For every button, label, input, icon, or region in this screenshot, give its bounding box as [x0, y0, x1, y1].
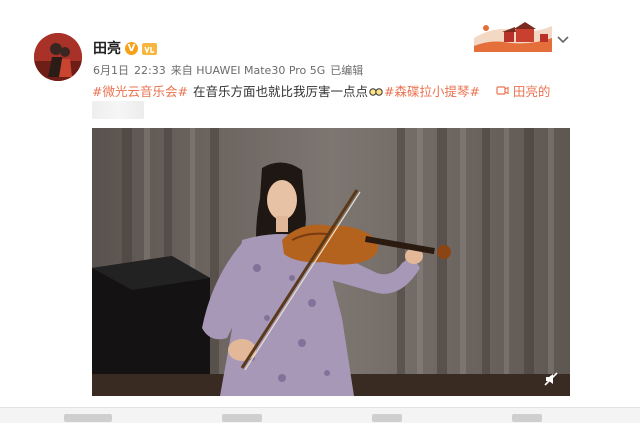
hashtag-link[interactable]: #森碟拉小提琴# [384, 81, 480, 100]
chevron-down-icon[interactable] [556, 30, 570, 44]
member-level-icon [142, 42, 157, 55]
post-date[interactable]: 6月1日 [93, 64, 129, 77]
video-link-label: 田亮的 [512, 84, 551, 99]
video-link[interactable]: 田亮的 [496, 81, 551, 100]
avatar[interactable] [34, 33, 82, 81]
post-body: #微光云音乐会# 在音乐方面也就比我厉害一点点 #森碟拉小提琴# 田亮的 [92, 81, 550, 100]
blurred-text [92, 101, 144, 119]
hashtag-link[interactable]: #微光云音乐会# [92, 81, 188, 100]
like-button[interactable] [512, 414, 542, 422]
post-source: 来自 HUAWEI Mate30 Pro 5G [170, 64, 326, 77]
post-meta: 6月1日 22:33 来自 HUAWEI Mate30 Pro 5G 已编辑 [93, 62, 368, 78]
verified-v-icon: V [125, 41, 138, 55]
glasses-emoji-icon [369, 85, 383, 96]
card-decoration [474, 16, 552, 52]
post-text: 在音乐方面也就比我厉害一点点 [192, 84, 368, 99]
video-link-icon [496, 86, 509, 95]
author-name[interactable]: 田亮 [93, 38, 121, 58]
post-time[interactable]: 22:33 [134, 64, 166, 77]
action-bar [0, 407, 640, 423]
repost-button[interactable] [64, 414, 112, 422]
comment-button[interactable] [222, 414, 262, 422]
share-button[interactable] [372, 414, 402, 422]
author-row: 田亮 V [93, 38, 157, 58]
video-player[interactable] [92, 128, 570, 396]
post-edited[interactable]: 已编辑 [330, 64, 363, 77]
